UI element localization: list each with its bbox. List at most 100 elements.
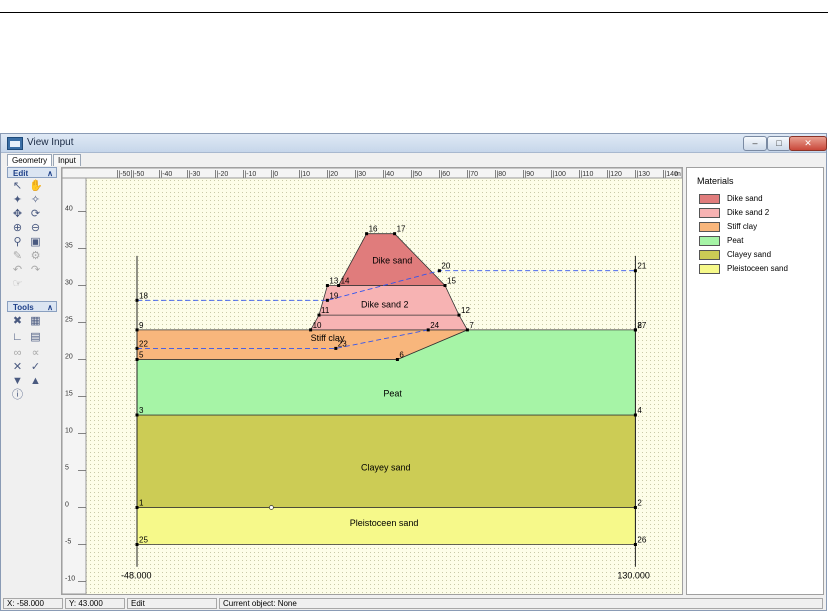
layer-name-label: Dike sand <box>372 255 412 265</box>
angle-icon[interactable]: ∟ <box>11 331 24 344</box>
hand-icon[interactable]: ☞ <box>11 278 24 291</box>
delete-icon[interactable]: ✕ <box>11 361 24 374</box>
connect-icon[interactable]: ✖ <box>11 315 24 328</box>
tools-section-label: Tools <box>13 303 34 312</box>
point-label: 24 <box>430 321 439 330</box>
status-current-object: Current object: None <box>219 598 823 609</box>
rotate-icon[interactable]: ⟳ <box>29 208 42 221</box>
point-label: 27 <box>637 321 646 330</box>
point-label: 22 <box>139 339 148 348</box>
check-icon[interactable]: ✓ <box>29 361 42 374</box>
point-label: 3 <box>139 406 144 415</box>
maximize-button[interactable]: □ <box>767 136 791 151</box>
legend-swatch <box>699 250 720 260</box>
y-ruler-label: -10 <box>65 576 75 583</box>
zoom-out-icon[interactable]: ⊖ <box>29 222 42 235</box>
add-line-icon[interactable]: ✧ <box>29 194 42 207</box>
point-label: 17 <box>397 225 406 234</box>
window-app-icon <box>7 137 23 150</box>
x-ruler-label: |20 <box>328 171 338 178</box>
point-label: 15 <box>447 277 456 286</box>
edit-section-label: Edit <box>13 169 29 178</box>
zoom-window-icon[interactable]: ⚲ <box>11 236 24 249</box>
collapse-tools-icon[interactable]: ∧ <box>47 302 53 313</box>
legend-label: Dike sand 2 <box>727 208 770 217</box>
view-input-window: View Input – □ ✕ Geometry Input Edit ∧ ↖… <box>0 133 827 611</box>
close-button[interactable]: ✕ <box>789 136 827 151</box>
snap-icon[interactable]: ⚙ <box>29 250 42 263</box>
legend-swatch <box>699 194 720 204</box>
status-x: X: -58.000 <box>3 598 63 609</box>
legend-swatch <box>699 236 720 246</box>
table-icon[interactable]: ▤ <box>29 331 42 344</box>
x-ruler-label: |90 <box>524 171 534 178</box>
grid-icon[interactable]: ▦ <box>29 315 42 328</box>
x-ruler-label: |-20 <box>216 171 228 178</box>
status-mode: Edit <box>127 598 217 609</box>
unlink-icon[interactable]: ∝ <box>29 347 42 360</box>
tab-input[interactable]: Input <box>53 154 81 166</box>
toolbox-panel: Edit ∧ ↖ ✋ ✦ ✧ ✥ ⟳ ⊕ ⊖ ⚲ ▣ ✎ ⚙ ↶ ↷ ☞ Too… <box>7 167 58 595</box>
layer-name-label: Stiff clay <box>311 333 345 343</box>
zoom-extent-icon[interactable]: ▣ <box>29 236 42 249</box>
point-label: 10 <box>313 321 322 330</box>
export-icon[interactable]: ▲ <box>29 375 42 388</box>
x-ruler-label: |130 <box>636 171 650 178</box>
x-ruler-label: |-30 <box>188 171 200 178</box>
point-label: 1 <box>139 499 144 508</box>
legend-label: Dike sand <box>727 194 763 203</box>
x-ruler-label: |30 <box>356 171 366 178</box>
y-ruler-label: 35 <box>65 243 73 250</box>
geometry-drawing[interactable]: |-50 |-50 |-40 |-30 |-20 |-10 |0 |10 |20 |30 |40 |5… <box>61 167 683 595</box>
right-boundary-label: 130.000 <box>617 571 650 581</box>
tab-input-label: Input <box>58 156 76 165</box>
status-y: Y: 43.000 <box>65 598 125 609</box>
point-label: 26 <box>637 536 646 545</box>
point-label: 9 <box>139 321 144 330</box>
x-ruler-label: |-50 <box>118 171 130 178</box>
x-ruler-label: |110 <box>580 171 593 178</box>
pan-hand-icon[interactable]: ✋ <box>29 180 43 193</box>
legend-swatch <box>699 222 720 232</box>
status-bar: X: -58.000 Y: 43.000 Edit Current object… <box>1 597 826 610</box>
point-label: 25 <box>139 536 148 545</box>
import-icon[interactable]: ▼ <box>11 375 24 388</box>
tab-geometry[interactable]: Geometry <box>7 154 53 166</box>
link-icon[interactable]: ∞ <box>11 347 24 360</box>
point-label: 11 <box>321 306 330 315</box>
undo-icon[interactable]: ↶ <box>11 264 24 277</box>
origin-marker-icon <box>269 505 274 510</box>
layer-name-label: Dike sand 2 <box>361 300 409 310</box>
y-ruler-label: -5 <box>65 539 71 546</box>
measure-icon[interactable]: ✎ <box>11 250 24 263</box>
legend-swatch <box>699 264 720 274</box>
add-point-icon[interactable]: ✦ <box>11 194 24 207</box>
tab-strip: Geometry Input <box>1 153 826 166</box>
x-ruler-label: |0 <box>272 171 278 178</box>
select-arrow-icon[interactable]: ↖ <box>11 180 24 193</box>
info-icon[interactable]: ⓘ <box>11 389 24 402</box>
left-boundary-label: -48.000 <box>121 571 152 581</box>
tools-section-header[interactable]: Tools ∧ <box>7 301 57 312</box>
left-ruler <box>61 177 87 595</box>
minimize-button[interactable]: – <box>743 136 767 151</box>
legend-label: Stiff clay <box>727 222 758 231</box>
x-ruler-label: |120 <box>608 171 622 178</box>
point-label: 16 <box>369 225 378 234</box>
x-ruler-label: |50 <box>412 171 422 178</box>
point-label: 6 <box>399 351 404 360</box>
legend-label: Peat <box>727 236 744 245</box>
collapse-edit-icon[interactable]: ∧ <box>47 168 53 179</box>
point-label: 4 <box>637 406 642 415</box>
redo-icon[interactable]: ↷ <box>29 264 42 277</box>
point-label: 7 <box>469 321 474 330</box>
move-icon[interactable]: ✥ <box>11 208 24 221</box>
x-ruler-label: |10 <box>300 171 310 178</box>
point-label: 12 <box>461 306 470 315</box>
legend-title: Materials <box>697 176 734 186</box>
zoom-in-icon[interactable]: ⊕ <box>11 222 24 235</box>
legend-label: Clayey sand <box>727 250 772 259</box>
edit-section-header[interactable]: Edit ∧ <box>7 167 57 178</box>
geometry-canvas[interactable]: |-50 |-50 |-40 |-30 |-20 |-10 |0 |10 |20 |30 |40 |5… <box>61 167 683 595</box>
y-ruler-label: 20 <box>65 354 73 361</box>
